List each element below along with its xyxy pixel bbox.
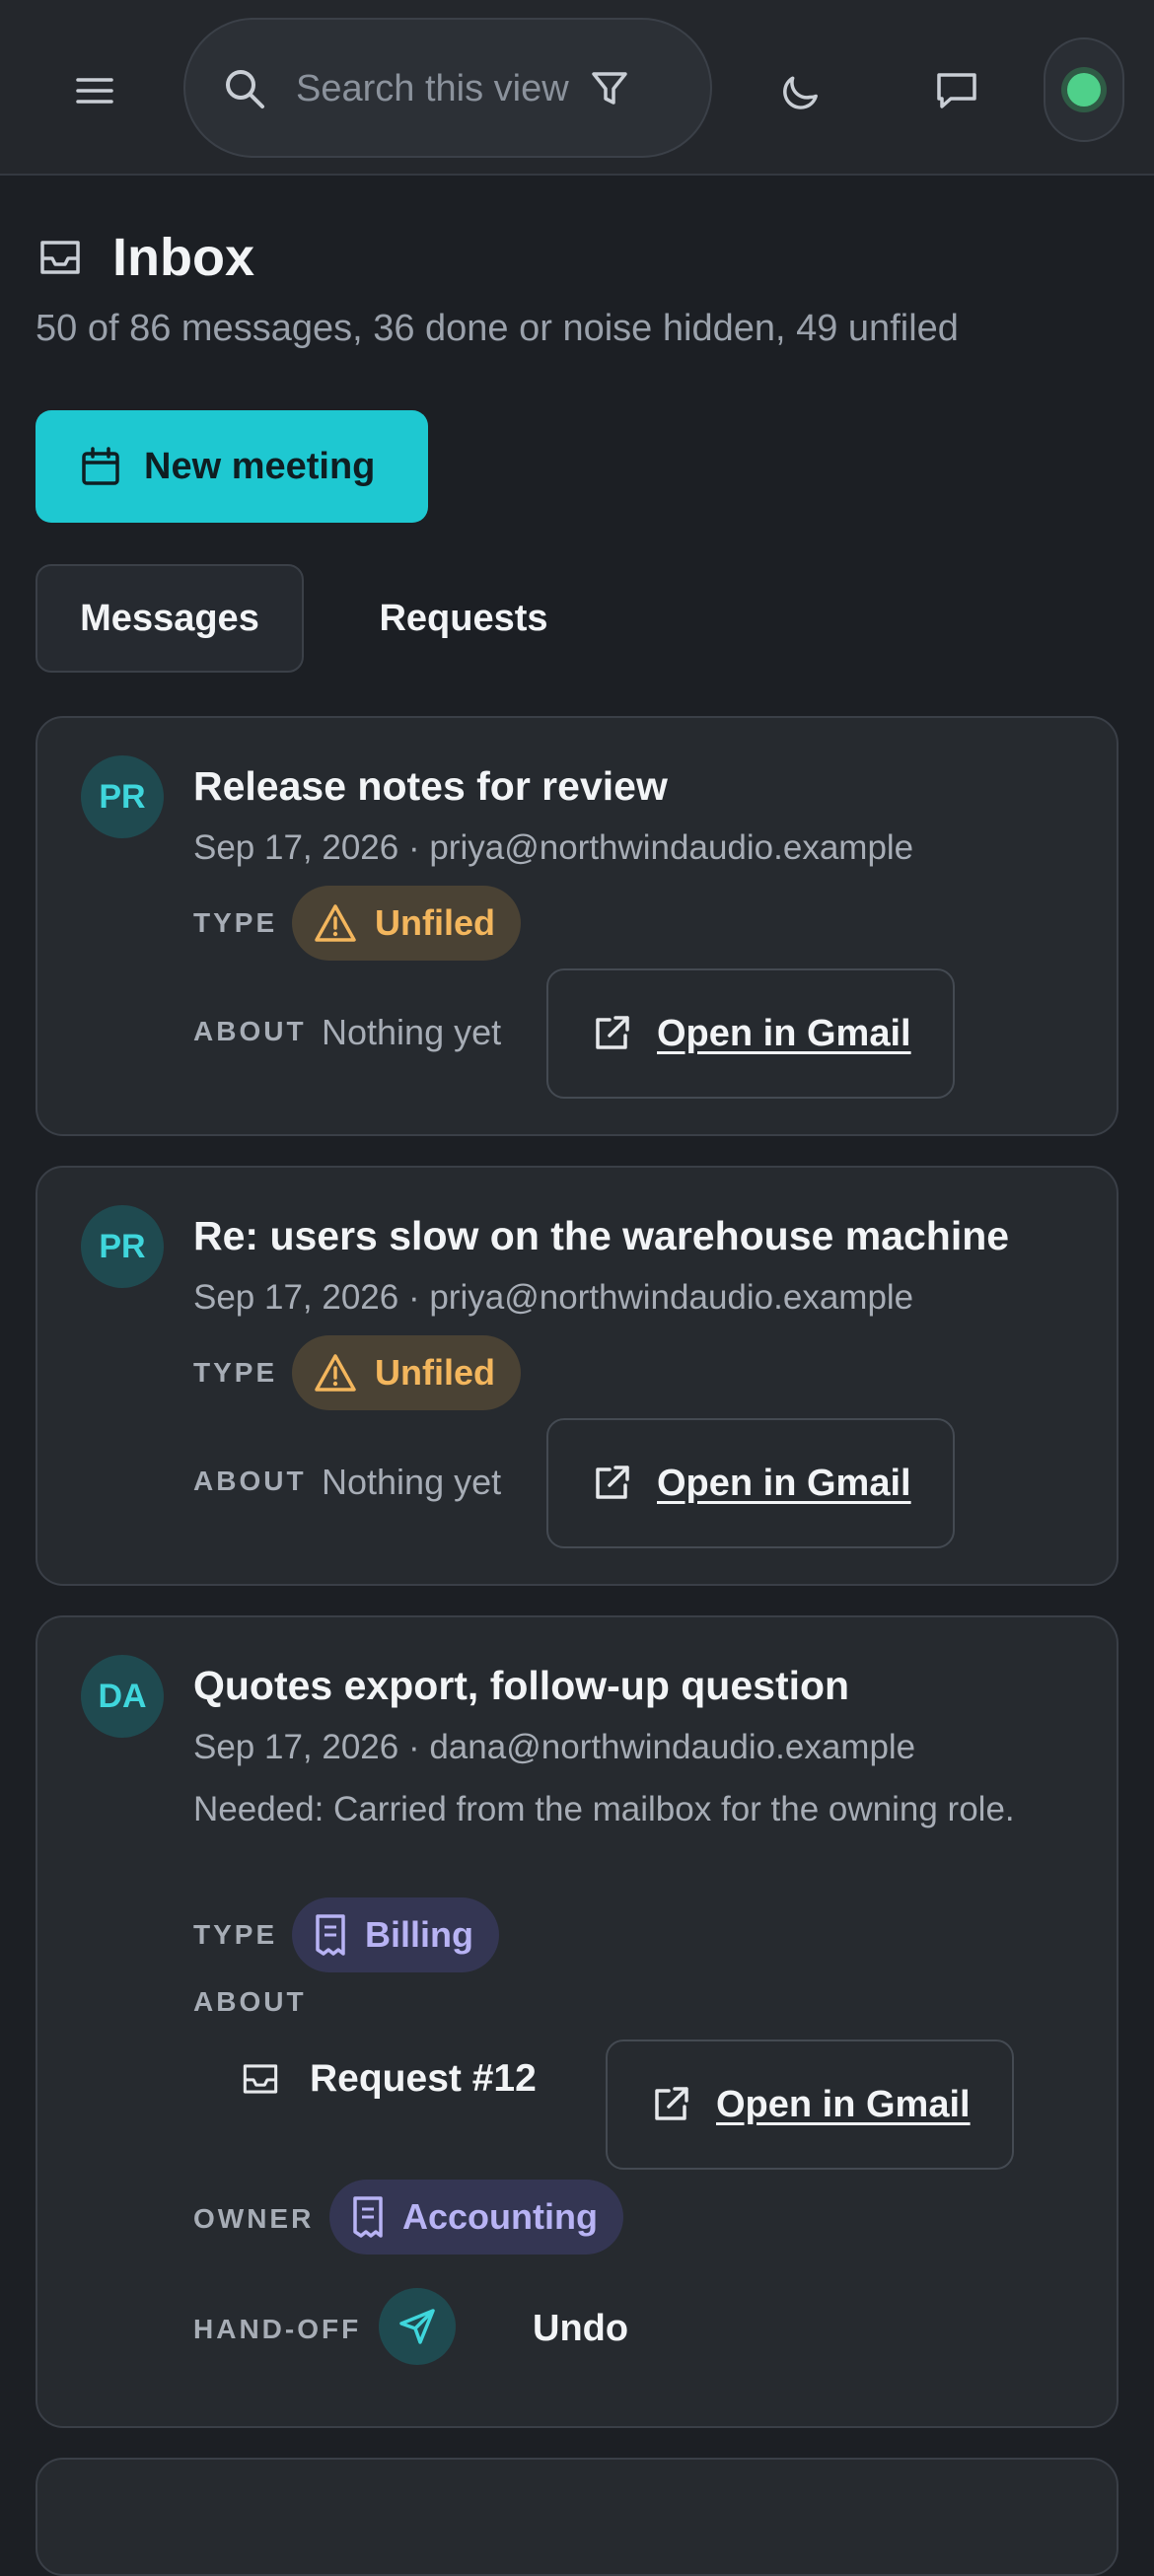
moon-icon (783, 76, 818, 109)
new-meeting-button[interactable]: New meeting (36, 410, 428, 523)
message-subject: Release notes for review (193, 763, 668, 809)
message-card[interactable]: DA Quotes export, follow-up question Sep… (36, 1615, 1118, 2428)
type-badge-text: Billing (365, 1914, 473, 1955)
inbox-summary: 50 of 86 messages, 36 done or noise hidd… (36, 308, 959, 349)
warning-icon (315, 904, 356, 942)
about-value: Nothing yet (322, 1012, 502, 1052)
filter-button[interactable] (580, 59, 639, 118)
inbox-icon (243, 2064, 278, 2094)
menu-button[interactable] (55, 51, 134, 130)
needed-note: Needed: Carried from the mailbox for the… (193, 1790, 1015, 1828)
message-subject: Re: users slow on the warehouse machine (193, 1213, 1010, 1258)
type-label: TYPE (193, 907, 278, 938)
open-in-gmail-label: Open in Gmail (657, 1012, 911, 1054)
undo-button[interactable]: Undo (533, 2308, 628, 2350)
type-badge-unfiled[interactable]: Unfiled (292, 886, 521, 961)
type-label: TYPE (193, 1357, 278, 1388)
chat-icon (937, 73, 976, 108)
message-card[interactable]: PR Re: users slow on the warehouse machi… (36, 1166, 1118, 1586)
owner-badge[interactable]: Accounting (329, 2180, 623, 2254)
owner-badge-text: Accounting (402, 2196, 598, 2237)
request-link-label: Request #12 (310, 2057, 537, 2100)
page-title: Inbox (112, 228, 254, 287)
search-icon (226, 70, 264, 108)
message-card[interactable]: PR Release notes for review Sep 17, 2026… (36, 716, 1118, 1136)
inbox-icon (40, 241, 80, 274)
type-badge-unfiled[interactable]: Unfiled (292, 1335, 521, 1410)
receipt-icon (316, 1914, 345, 1956)
search-input[interactable] (294, 63, 576, 114)
message-subject: Quotes export, follow-up question (193, 1663, 850, 1708)
send-icon (399, 2309, 435, 2344)
avatar: PR (81, 1205, 164, 1288)
status-indicator-button[interactable] (1044, 37, 1124, 142)
about-label: ABOUT (193, 1986, 307, 2017)
warning-icon (315, 1354, 356, 1392)
external-link-icon (596, 1466, 629, 1499)
open-in-gmail-button[interactable]: Open in Gmail (546, 1418, 955, 1548)
tab-messages[interactable]: Messages (36, 564, 304, 673)
owner-label: OWNER (193, 2203, 315, 2234)
hamburger-icon (76, 78, 113, 104)
open-in-gmail-label: Open in Gmail (657, 1462, 911, 1504)
search-bar (183, 18, 712, 158)
calendar-icon (82, 447, 119, 485)
messages-button[interactable] (915, 49, 998, 132)
external-link-icon (596, 1016, 629, 1049)
status-dot (1067, 73, 1101, 107)
handoff-button[interactable] (379, 2288, 456, 2365)
external-link-icon (655, 2087, 688, 2120)
about-value: Nothing yet (322, 1462, 502, 1502)
message-meta: Sep 17, 2026 · priya@northwindaudio.exam… (193, 1278, 914, 1317)
avatar: PR (81, 755, 164, 838)
avatar: DA (81, 1655, 164, 1738)
open-in-gmail-button[interactable]: Open in Gmail (606, 2039, 1014, 2170)
open-in-gmail-label: Open in Gmail (716, 2083, 971, 2125)
filter-icon (592, 72, 627, 105)
receipt-icon (353, 2196, 383, 2238)
about-label: ABOUT (193, 1466, 307, 1496)
about-label: ABOUT (193, 1016, 307, 1046)
top-bar (0, 0, 1154, 176)
handoff-label: HAND-OFF (193, 2314, 362, 2344)
tab-requests[interactable]: Requests (345, 564, 582, 673)
open-in-gmail-button[interactable]: Open in Gmail (546, 968, 955, 1099)
theme-toggle-button[interactable] (759, 49, 842, 132)
new-meeting-label: New meeting (144, 445, 376, 487)
message-meta: Sep 17, 2026 · priya@northwindaudio.exam… (193, 828, 914, 867)
type-badge-text: Unfiled (375, 1352, 495, 1393)
message-card[interactable] (36, 2458, 1118, 2576)
message-meta: Sep 17, 2026 · dana@northwindaudio.examp… (193, 1728, 916, 1766)
type-label: TYPE (193, 1919, 278, 1950)
request-link[interactable]: Request #12 (241, 2057, 537, 2101)
type-badge-billing[interactable]: Billing (292, 1897, 499, 1972)
type-badge-text: Unfiled (375, 902, 495, 943)
